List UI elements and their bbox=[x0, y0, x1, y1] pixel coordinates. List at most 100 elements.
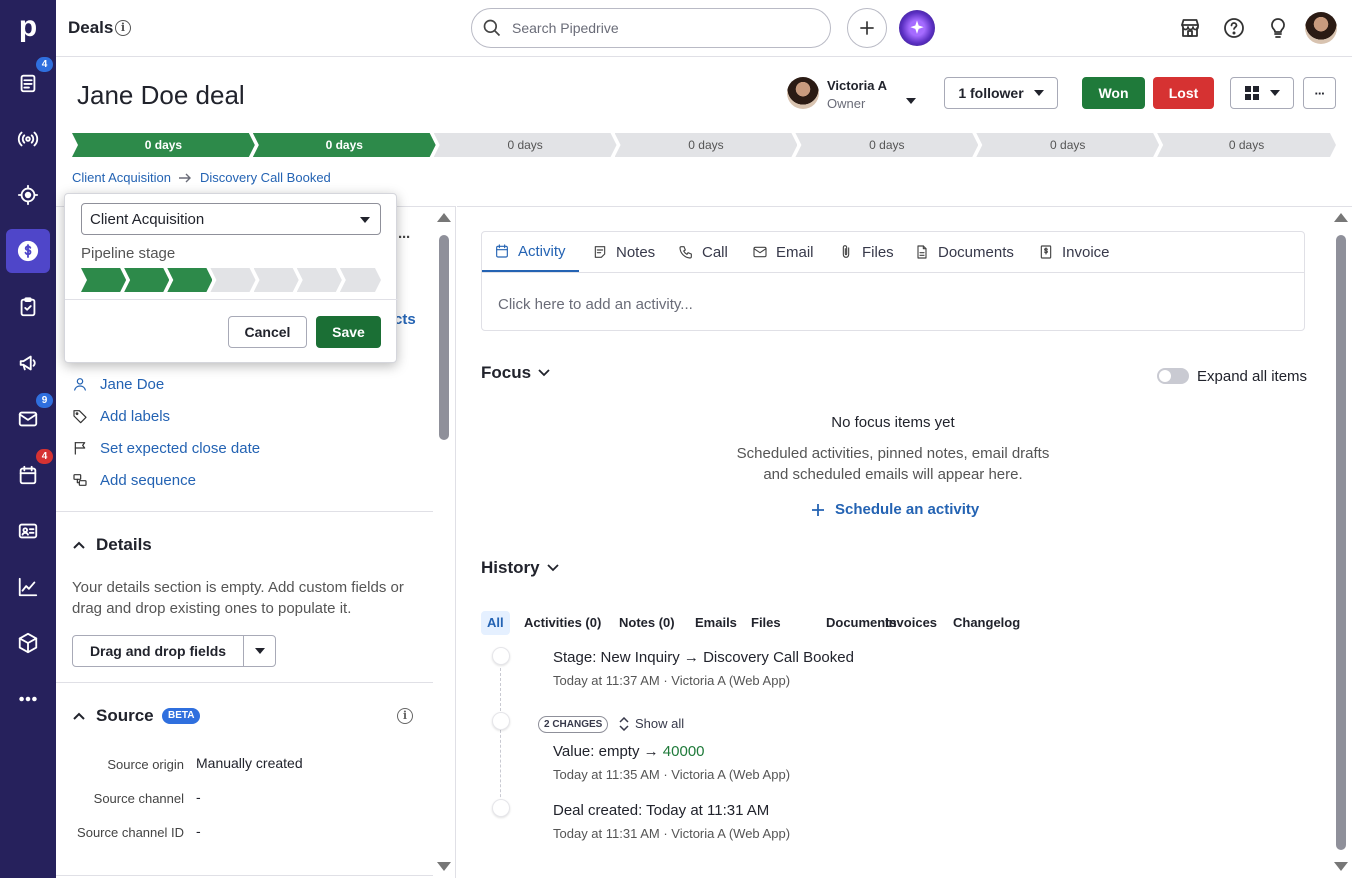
history-field: Value bbox=[553, 743, 591, 760]
info-icon[interactable]: i bbox=[115, 20, 131, 36]
scroll-up-arrow[interactable] bbox=[1334, 213, 1348, 222]
stage-picker-segment[interactable] bbox=[124, 268, 169, 292]
pipedrive-logo[interactable]: p bbox=[15, 10, 41, 44]
close-date-link[interactable]: Set expected close date bbox=[100, 440, 260, 457]
schedule-activity-button[interactable]: Schedule an activity bbox=[811, 501, 979, 518]
stage-picker-segment[interactable] bbox=[340, 268, 381, 292]
stage-picker-segment[interactable] bbox=[210, 268, 255, 292]
history-tab[interactable]: Changelog bbox=[947, 611, 1026, 635]
pipeline-stage[interactable]: 0 days bbox=[434, 133, 617, 157]
history-tab[interactable]: Emails bbox=[689, 611, 743, 635]
summary-more-button[interactable]: ··· bbox=[398, 229, 411, 246]
sidebar-item-more[interactable] bbox=[6, 677, 50, 721]
info-icon[interactable]: i bbox=[397, 708, 413, 724]
partial-link[interactable]: cts bbox=[394, 311, 416, 328]
stage-picker-segment[interactable] bbox=[81, 268, 126, 292]
stage-picker-segment[interactable] bbox=[167, 268, 212, 292]
source-heading[interactable]: Source bbox=[96, 706, 154, 726]
pipeline-stage[interactable]: 0 days bbox=[72, 133, 255, 157]
flag-icon bbox=[72, 440, 90, 458]
marketplace-button[interactable] bbox=[1178, 16, 1202, 40]
add-sequence-link[interactable]: Add sequence bbox=[100, 472, 196, 489]
history-tab[interactable]: Invoices bbox=[879, 611, 943, 635]
tab-call[interactable]: Call bbox=[678, 232, 738, 272]
lost-button[interactable]: Lost bbox=[1153, 77, 1214, 109]
sidebar-item-activities[interactable] bbox=[6, 285, 50, 329]
sidebar-item-broadcast[interactable] bbox=[6, 117, 50, 161]
section-divider bbox=[56, 682, 433, 683]
left-scrollbar-thumb[interactable] bbox=[439, 235, 449, 440]
sequence-icon bbox=[72, 472, 90, 490]
breadcrumb-stage[interactable]: Discovery Call Booked bbox=[200, 170, 331, 185]
drag-drop-dropdown[interactable] bbox=[244, 636, 276, 666]
history-tab[interactable]: Files bbox=[745, 611, 787, 635]
history-item-value[interactable]: Value: empty → 40000 bbox=[553, 743, 705, 760]
pipeline-stage[interactable]: 0 days bbox=[795, 133, 978, 157]
search-box[interactable] bbox=[471, 8, 831, 48]
sidebar-item-contacts[interactable] bbox=[6, 509, 50, 553]
history-tab[interactable]: Activities (0) bbox=[518, 611, 607, 635]
tab-label: Call bbox=[702, 243, 728, 261]
ai-assistant-button[interactable] bbox=[897, 8, 937, 48]
show-all-button[interactable]: Show all bbox=[619, 716, 684, 731]
sidebar-item-insights[interactable] bbox=[6, 565, 50, 609]
tab-files[interactable]: Files bbox=[838, 232, 900, 272]
history-tab[interactable]: Notes (0) bbox=[613, 611, 681, 635]
pipeline-stage[interactable]: 0 days bbox=[253, 133, 436, 157]
quick-add-button[interactable] bbox=[847, 8, 887, 48]
chevron-up-icon[interactable] bbox=[72, 538, 86, 552]
focus-toggle[interactable]: Focus bbox=[481, 363, 551, 383]
beta-badge: BETA bbox=[162, 708, 201, 724]
scroll-down-arrow[interactable] bbox=[437, 862, 451, 871]
section-divider bbox=[56, 875, 433, 876]
history-tab[interactable]: All bbox=[481, 611, 510, 635]
sidebar-item-focus[interactable] bbox=[6, 173, 50, 217]
scroll-down-arrow[interactable] bbox=[1334, 862, 1348, 871]
history-item-stage[interactable]: Stage: New Inquiry → Discovery Call Book… bbox=[553, 649, 854, 666]
cancel-button[interactable]: Cancel bbox=[228, 316, 307, 348]
tips-button[interactable] bbox=[1266, 16, 1290, 40]
details-heading[interactable]: Details bbox=[96, 535, 152, 555]
tab-invoice[interactable]: Invoice bbox=[1038, 232, 1116, 272]
won-button[interactable]: Won bbox=[1082, 77, 1145, 109]
tab-notes[interactable]: Notes bbox=[592, 232, 666, 272]
search-input[interactable] bbox=[512, 18, 812, 38]
view-switcher-button[interactable] bbox=[1230, 77, 1294, 109]
pipeline-stage[interactable]: 0 days bbox=[976, 133, 1159, 157]
chevron-up-icon[interactable] bbox=[72, 709, 86, 723]
add-labels-link[interactable]: Add labels bbox=[100, 408, 170, 425]
deal-title[interactable]: Jane Doe deal bbox=[77, 80, 245, 111]
expand-all-toggle[interactable] bbox=[1157, 368, 1189, 384]
toggle-knob bbox=[1159, 370, 1171, 382]
pipeline-select[interactable]: Client Acquisition bbox=[81, 203, 381, 235]
pipeline-stage[interactable]: 0 days bbox=[1157, 133, 1336, 157]
sidebar-item-campaigns[interactable] bbox=[6, 341, 50, 385]
sidebar-item-deals[interactable] bbox=[6, 229, 50, 273]
follower-label: 1 follower bbox=[958, 85, 1024, 101]
tab-activity[interactable]: Activity bbox=[482, 232, 579, 272]
tab-documents[interactable]: Documents bbox=[914, 232, 1024, 272]
more-actions-button[interactable]: ··· bbox=[1303, 77, 1336, 109]
history-toggle[interactable]: History bbox=[481, 558, 560, 578]
pipeline-stage[interactable]: 0 days bbox=[615, 133, 798, 157]
history-item-created[interactable]: Deal created: Today at 11:31 AM bbox=[553, 802, 769, 819]
stage-picker-segment[interactable] bbox=[297, 268, 342, 292]
add-activity-input[interactable]: Click here to add an activity... bbox=[498, 296, 693, 313]
breadcrumb-pipeline[interactable]: Client Acquisition bbox=[72, 170, 171, 185]
drag-drop-button[interactable]: Drag and drop fields bbox=[73, 636, 243, 666]
source-channel-label: Source channel bbox=[93, 791, 184, 806]
user-avatar[interactable] bbox=[1305, 12, 1337, 44]
history-meta: Today at 11:35 AM · Victoria A (Web App) bbox=[553, 767, 791, 782]
scroll-up-arrow[interactable] bbox=[437, 213, 451, 222]
pipeline-stage-bar: 0 days 0 days 0 days 0 days 0 days 0 days 0 da… bbox=[72, 133, 1336, 157]
calendar-icon bbox=[19, 465, 37, 485]
main-scrollbar-thumb[interactable] bbox=[1336, 235, 1346, 850]
save-button[interactable]: Save bbox=[316, 316, 381, 348]
tab-email[interactable]: Email bbox=[752, 232, 824, 272]
stage-picker-segment[interactable] bbox=[254, 268, 299, 292]
owner-dropdown[interactable] bbox=[906, 91, 918, 104]
sidebar-item-products[interactable] bbox=[6, 621, 50, 665]
follower-button[interactable]: 1 follower bbox=[944, 77, 1058, 109]
person-link[interactable]: Jane Doe bbox=[100, 376, 164, 393]
help-button[interactable] bbox=[1222, 16, 1246, 40]
